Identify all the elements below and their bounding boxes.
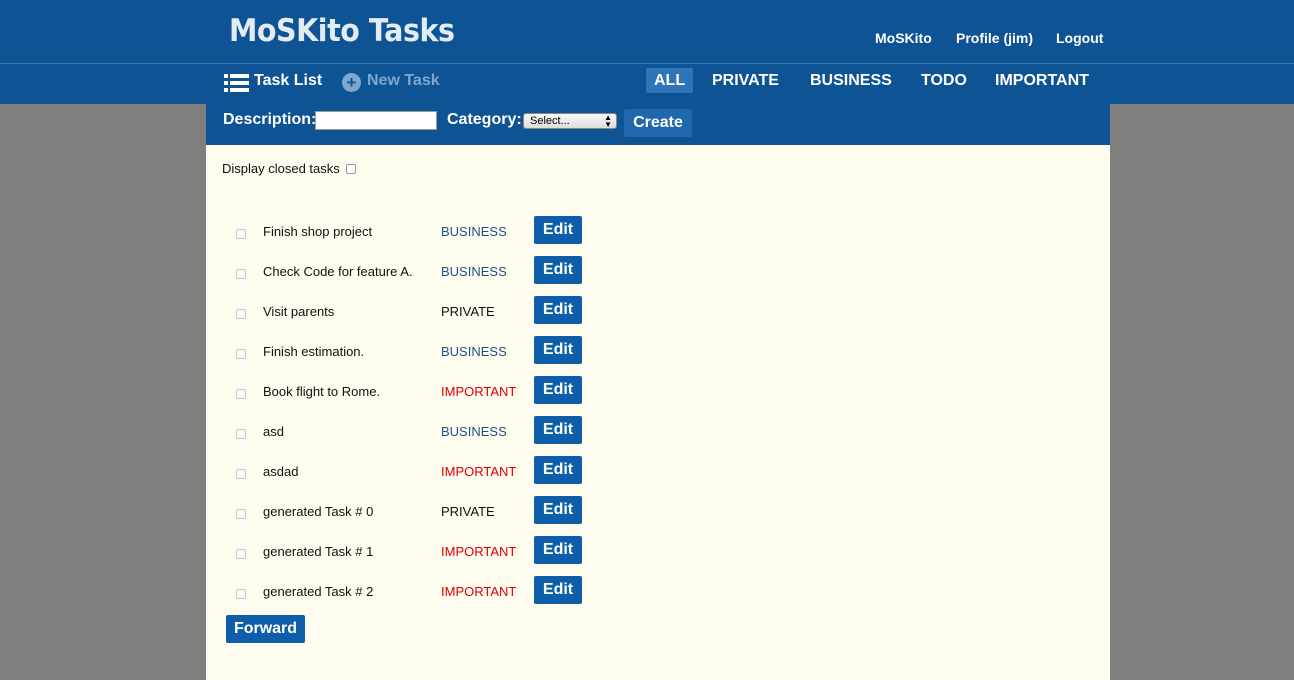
task-category: BUSINESS (441, 224, 507, 239)
task-description: generated Task # 2 (263, 584, 374, 599)
edit-button[interactable]: Edit (534, 576, 582, 604)
task-description: generated Task # 0 (263, 504, 374, 519)
edit-button[interactable]: Edit (534, 416, 582, 444)
task-description: Visit parents (263, 304, 335, 319)
list-icon (224, 74, 250, 92)
category-select[interactable]: Select... ▲ ▼ (523, 113, 617, 129)
new-task-label: New Task (367, 72, 440, 89)
task-row: Finish shop project BUSINESS Edit (0, 216, 1294, 256)
task-done-checkbox[interactable] (236, 309, 246, 319)
task-done-checkbox[interactable] (236, 389, 246, 399)
task-category: IMPORTANT (441, 384, 517, 399)
edit-button[interactable]: Edit (534, 216, 582, 244)
edit-button[interactable]: Edit (534, 336, 582, 364)
filter-private[interactable]: PRIVATE (704, 68, 787, 93)
task-row: Check Code for feature A. BUSINESS Edit (0, 256, 1294, 296)
display-closed-label: Display closed tasks (222, 161, 340, 176)
description-label: Description: (223, 111, 317, 128)
task-done-checkbox[interactable] (236, 549, 246, 559)
task-description: asdad (263, 464, 299, 479)
description-input[interactable] (315, 111, 437, 130)
task-category: BUSINESS (441, 424, 507, 439)
edit-button[interactable]: Edit (534, 456, 582, 484)
task-category: BUSINESS (441, 264, 507, 279)
task-row: generated Task # 0 PRIVATE Edit (0, 496, 1294, 536)
task-row: asdad IMPORTANT Edit (0, 456, 1294, 496)
create-button[interactable]: Create (624, 109, 692, 137)
plus-circle-icon: + (342, 73, 361, 92)
task-done-checkbox[interactable] (236, 229, 246, 239)
forward-button[interactable]: Forward (226, 615, 305, 643)
task-description: Check Code for feature A. (263, 264, 413, 279)
edit-button[interactable]: Edit (534, 376, 582, 404)
edit-button[interactable]: Edit (534, 496, 582, 524)
task-list-label: Task List (254, 72, 323, 89)
task-done-checkbox[interactable] (236, 349, 246, 359)
task-category: PRIVATE (441, 304, 495, 319)
task-category: IMPORTANT (441, 464, 517, 479)
app-logo: MoSKito Tasks (229, 13, 455, 49)
task-done-checkbox[interactable] (236, 589, 246, 599)
task-row: generated Task # 2 IMPORTANT Edit (0, 576, 1294, 616)
edit-button[interactable]: Edit (534, 296, 582, 324)
task-row: generated Task # 1 IMPORTANT Edit (0, 536, 1294, 576)
task-done-checkbox[interactable] (236, 269, 246, 279)
filter-all[interactable]: ALL (646, 68, 694, 93)
task-category: IMPORTANT (441, 544, 517, 559)
edit-button[interactable]: Edit (534, 256, 582, 284)
logout-link[interactable]: Logout (1056, 30, 1103, 46)
task-description: Finish estimation. (263, 344, 365, 359)
task-done-checkbox[interactable] (236, 469, 246, 479)
category-select-value: Select... (530, 115, 570, 127)
task-description: asd (263, 424, 284, 439)
edit-button[interactable]: Edit (534, 536, 582, 564)
task-description: Book flight to Rome. (263, 384, 381, 399)
task-description: Finish shop project (263, 224, 373, 239)
task-row: asd BUSINESS Edit (0, 416, 1294, 456)
task-row: Finish estimation. BUSINESS Edit (0, 336, 1294, 376)
category-label: Category: (447, 111, 522, 128)
filter-business[interactable]: BUSINESS (802, 68, 900, 93)
select-arrows-icon: ▲ ▼ (604, 113, 612, 129)
task-done-checkbox[interactable] (236, 429, 246, 439)
filter-important[interactable]: IMPORTANT (987, 68, 1097, 93)
task-row: Book flight to Rome. IMPORTANT Edit (0, 376, 1294, 416)
task-category: PRIVATE (441, 504, 495, 519)
display-closed-checkbox[interactable] (346, 164, 356, 174)
task-row: Visit parents PRIVATE Edit (0, 296, 1294, 336)
filter-todo[interactable]: TODO (913, 68, 975, 93)
task-category: BUSINESS (441, 344, 507, 359)
task-description: generated Task # 1 (263, 544, 374, 559)
task-done-checkbox[interactable] (236, 509, 246, 519)
task-category: IMPORTANT (441, 584, 517, 599)
moskito-link[interactable]: MoSKito (875, 30, 932, 46)
profile-link[interactable]: Profile (jim) (956, 30, 1033, 46)
